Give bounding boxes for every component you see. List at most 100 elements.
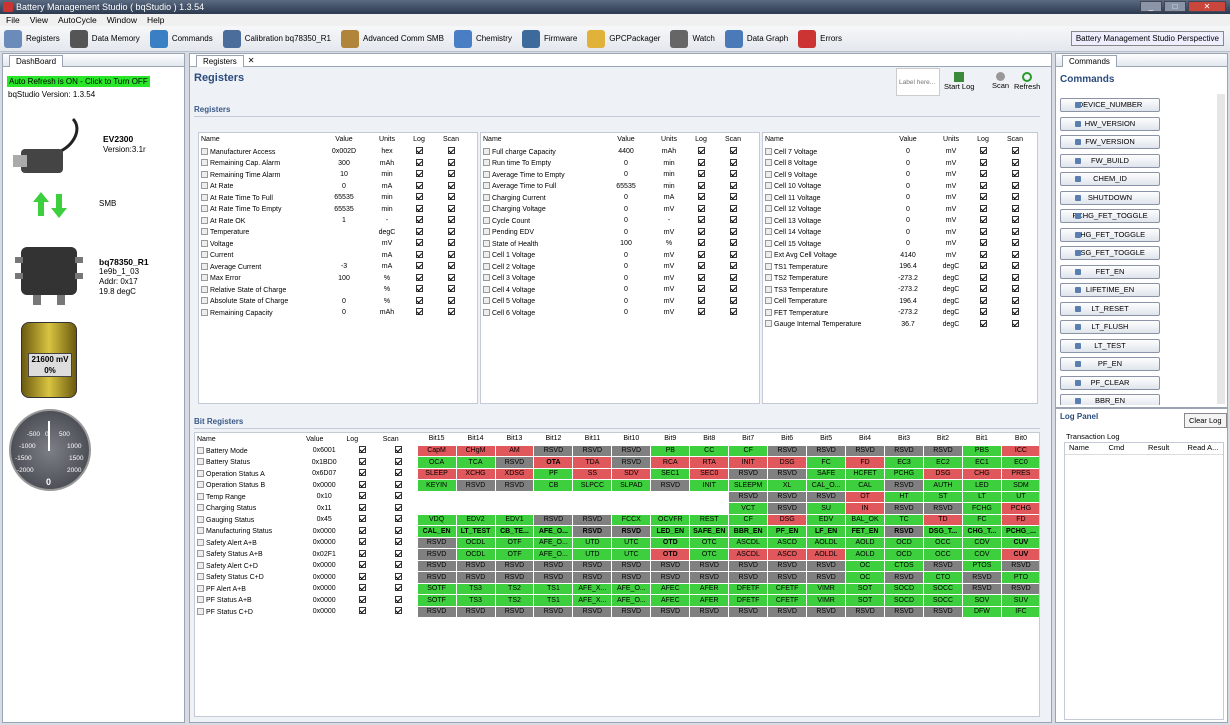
scan-checkbox[interactable] xyxy=(395,595,403,603)
log-checkbox[interactable] xyxy=(697,147,705,155)
register-row[interactable]: At Rate OK 1 - xyxy=(199,215,467,227)
menu-file[interactable]: File xyxy=(6,14,20,26)
tab-registers[interactable]: Registers xyxy=(196,54,244,67)
bit-register-row[interactable]: Gauging Status 0x45 VDQ EDV2 EDV1 RSVD RSVD F… xyxy=(195,513,1039,526)
log-checkbox[interactable] xyxy=(979,216,987,224)
register-row[interactable]: Cell 6 Voltage 0 mV xyxy=(481,307,749,319)
log-checkbox[interactable] xyxy=(697,273,705,281)
bit-register-row[interactable]: Charging Status 0x11 VCT RSVD SU IN RSVD RSVD… xyxy=(195,502,1039,515)
toolbar-data-memory[interactable]: Data Memory xyxy=(69,29,140,48)
scan-checkbox[interactable] xyxy=(447,181,455,189)
scan-checkbox[interactable] xyxy=(447,227,455,235)
register-row[interactable]: Voltage mV xyxy=(199,238,467,250)
register-row[interactable]: Cell 3 Voltage 0 mV xyxy=(481,273,749,285)
log-checkbox[interactable] xyxy=(359,469,367,477)
scan-checkbox[interactable] xyxy=(729,227,737,235)
scan-checkbox[interactable] xyxy=(1011,170,1019,178)
register-row[interactable]: FET Temperature -273.2 degC xyxy=(763,307,1031,319)
log-checkbox[interactable] xyxy=(979,296,987,304)
scan-checkbox[interactable] xyxy=(395,572,403,580)
log-checkbox[interactable] xyxy=(359,572,367,580)
scan-checkbox[interactable] xyxy=(729,216,737,224)
scan-checkbox[interactable] xyxy=(729,308,737,316)
register-row[interactable]: Cell Temperature 196.4 degC xyxy=(763,296,1031,308)
bit-register-row[interactable]: Temp Range 0x10 RSVD RSVD RSVD OT HT ST LT UT xyxy=(195,490,1039,503)
scan-checkbox[interactable] xyxy=(1011,239,1019,247)
register-row[interactable]: Remaining Capacity 0 mAh xyxy=(199,307,467,319)
scan-checkbox[interactable] xyxy=(395,515,403,523)
cmd-fet-en[interactable]: FET_EN xyxy=(1060,264,1160,279)
menu-window[interactable]: Window xyxy=(107,14,137,26)
maximize-button[interactable]: □ xyxy=(1164,1,1186,12)
perspective-button[interactable]: Battery Management Studio Perspective xyxy=(1070,31,1224,46)
log-checkbox[interactable] xyxy=(979,308,987,316)
auto-refresh-toggle[interactable]: Auto Refresh is ON - Click to Turn OFF xyxy=(7,76,150,87)
scan-checkbox[interactable] xyxy=(729,296,737,304)
log-checkbox[interactable] xyxy=(979,147,987,155)
register-row[interactable]: Cell 8 Voltage 0 mV xyxy=(763,158,1031,170)
bit-register-row[interactable]: PF Status C+D 0x0000 RSVD RSVD RSVD RSVD RSV… xyxy=(195,605,1039,618)
toolbar-gpcpackager[interactable]: GPCPackager xyxy=(587,29,660,48)
cmd-bbr-en[interactable]: BBR_EN xyxy=(1060,394,1160,405)
log-checkbox[interactable] xyxy=(697,204,705,212)
bit-register-row[interactable]: PF Status A+B 0x0000 SOTF TS3 TS2 TS1 AFE_X.… xyxy=(195,594,1039,607)
log-checkbox[interactable] xyxy=(697,285,705,293)
scan-checkbox[interactable] xyxy=(1011,158,1019,166)
cmd-dsg-fet-toggle[interactable]: DSG_FET_TOGGLE xyxy=(1060,246,1160,260)
log-checkbox[interactable] xyxy=(359,607,367,615)
scan-checkbox[interactable] xyxy=(1011,296,1019,304)
scan-checkbox[interactable] xyxy=(729,193,737,201)
scan-checkbox[interactable] xyxy=(1011,273,1019,281)
log-checkbox[interactable] xyxy=(979,273,987,281)
cmd-pf-clear[interactable]: PF_CLEAR xyxy=(1060,375,1160,390)
register-row[interactable]: Cell 13 Voltage 0 mV xyxy=(763,215,1031,227)
scan-checkbox[interactable] xyxy=(395,503,403,511)
scan-checkbox[interactable] xyxy=(729,204,737,212)
scan-checkbox[interactable] xyxy=(1011,216,1019,224)
register-row[interactable]: Remaining Time Alarm 10 min xyxy=(199,169,467,181)
scan-checkbox[interactable] xyxy=(1011,250,1019,258)
toolbar-calibration-bq78350-r1[interactable]: Calibration bq78350_R1 xyxy=(222,29,331,48)
tab-dashboard[interactable]: DashBoard xyxy=(9,54,64,67)
register-row[interactable]: Full charge Capacity 4400 mAh xyxy=(481,146,749,158)
scan-checkbox[interactable] xyxy=(447,239,455,247)
cmd-lt-reset[interactable]: LT_RESET xyxy=(1060,301,1160,316)
register-row[interactable]: TS2 Temperature -273.2 degC xyxy=(763,273,1031,285)
register-row[interactable]: Charging Current 0 mA xyxy=(481,192,749,204)
bit-register-row[interactable]: Safety Alert A+B 0x0000 RSVD OCDL OTF AFE_O… xyxy=(195,536,1039,549)
toolbar-firmware[interactable]: Firmware xyxy=(521,29,577,48)
scan-checkbox[interactable] xyxy=(447,262,455,270)
register-row[interactable]: Manufacturer Access 0x002D hex xyxy=(199,146,467,158)
toolbar-advanced-comm-smb[interactable]: Advanced Comm SMB xyxy=(341,29,444,48)
scan-checkbox[interactable] xyxy=(395,607,403,615)
scan-checkbox[interactable] xyxy=(1011,147,1019,155)
register-row[interactable]: Cell 11 Voltage 0 mV xyxy=(763,192,1031,204)
log-checkbox[interactable] xyxy=(979,239,987,247)
log-checkbox[interactable] xyxy=(415,170,423,178)
bit-register-row[interactable]: Operation Status A 0x6D07 SLEEP XCHG XDSG P… xyxy=(195,467,1039,480)
scan-checkbox[interactable] xyxy=(447,285,455,293)
scan-checkbox[interactable] xyxy=(447,216,455,224)
scan-checkbox[interactable] xyxy=(447,308,455,316)
menu-autocycle[interactable]: AutoCycle xyxy=(58,14,97,26)
log-checkbox[interactable] xyxy=(697,170,705,178)
bit-register-row[interactable]: Safety Status A+B 0x02F1 RSVD OCDL OTF AFE_… xyxy=(195,548,1039,561)
register-row[interactable]: TS3 Temperature -273.2 degC xyxy=(763,284,1031,296)
register-row[interactable]: Max Error 100 % xyxy=(199,273,467,285)
scan-checkbox[interactable] xyxy=(1011,308,1019,316)
bit-register-row[interactable]: Safety Status C+D 0x0000 RSVD RSVD RSVD RSV… xyxy=(195,571,1039,584)
register-row[interactable]: Cell 2 Voltage 0 mV xyxy=(481,261,749,273)
menu-view[interactable]: View xyxy=(30,14,48,26)
scan-checkbox[interactable] xyxy=(395,457,403,465)
scan-checkbox[interactable] xyxy=(729,170,737,178)
scan-checkbox[interactable] xyxy=(729,181,737,189)
cmd-shutdown[interactable]: SHUTDOWN xyxy=(1060,190,1160,205)
log-checkbox[interactable] xyxy=(979,285,987,293)
cmd-lifetime-en[interactable]: LIFETIME_EN xyxy=(1060,283,1160,297)
register-row[interactable]: Ext Avg Cell Voltage 4140 mV xyxy=(763,250,1031,262)
register-row[interactable]: Pending EDV 0 mV xyxy=(481,227,749,239)
bit-register-row[interactable]: Safety Alert C+D 0x0000 RSVD RSVD RSVD RSVD… xyxy=(195,559,1039,572)
toolbar-watch[interactable]: Watch xyxy=(670,29,715,48)
cmd-hw-version[interactable]: HW_VERSION xyxy=(1060,116,1160,131)
scan-checkbox[interactable] xyxy=(395,492,403,500)
